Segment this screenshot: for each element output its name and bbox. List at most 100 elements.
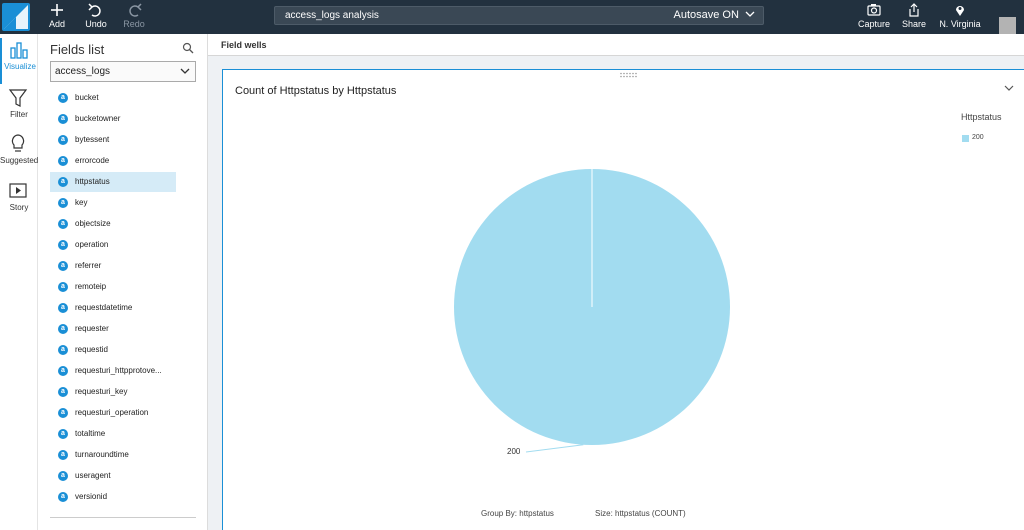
field-label: requesturi_httpprotove... <box>75 366 162 375</box>
undo-icon <box>88 3 101 17</box>
field-label: bytessent <box>75 135 110 144</box>
field-item[interactable]: a requestid <box>50 340 176 360</box>
field-item[interactable]: a referrer <box>50 256 176 276</box>
string-field-icon: a <box>58 177 68 187</box>
left-rail: Visualize Filter Suggested Story <box>0 34 38 530</box>
story-icon <box>9 183 27 198</box>
field-item[interactable]: a bucket <box>50 88 176 108</box>
field-item[interactable]: a requester <box>50 319 176 339</box>
chevron-down-icon <box>180 68 190 74</box>
field-label: remoteip <box>75 282 107 291</box>
redo-icon <box>129 3 142 17</box>
field-item[interactable]: a bytessent <box>50 130 176 150</box>
rail-label-filter: Filter <box>10 110 28 119</box>
lightbulb-icon <box>11 134 25 152</box>
autosave-label: Autosave ON <box>673 9 739 21</box>
field-item[interactable]: a versionid <box>50 487 176 507</box>
autosave-toggle[interactable]: Autosave ON <box>674 9 755 21</box>
redo-button[interactable]: Redo <box>121 0 147 34</box>
pie-chart-svg: 200 <box>454 169 730 456</box>
rail-item-story[interactable]: Story <box>0 179 38 225</box>
field-item[interactable]: a requesturi_key <box>50 382 176 402</box>
share-icon <box>909 3 919 17</box>
rail-item-filter[interactable]: Filter <box>0 86 38 132</box>
visual-card[interactable]: Count of Httpstatus by Httpstatus Httpst… <box>222 69 1024 530</box>
analysis-name-bar[interactable]: access_logs analysis Autosave ON <box>274 6 764 25</box>
location-pin-icon <box>956 6 964 16</box>
size-label: Size: httpstatus (COUNT) <box>595 509 686 518</box>
dataset-select-value: access_logs <box>55 66 111 77</box>
field-label: objectsize <box>75 219 111 228</box>
top-toolbar: Add Undo Redo access_logs analysis Autos… <box>0 0 1024 34</box>
rail-label-visualize: Visualize <box>4 62 36 71</box>
field-label: requestid <box>75 345 108 354</box>
dataset-select[interactable]: access_logs <box>50 61 196 82</box>
field-label: totaltime <box>75 429 106 438</box>
field-label: errorcode <box>75 156 110 165</box>
share-label: Share <box>901 19 927 29</box>
field-label: referrer <box>75 261 102 270</box>
field-label: bucket <box>75 93 99 102</box>
string-field-icon: a <box>58 156 68 166</box>
string-field-icon: a <box>58 114 68 124</box>
field-item[interactable]: a useragent <box>50 466 176 486</box>
quicksight-logo[interactable] <box>2 3 30 31</box>
field-label: requester <box>75 324 109 333</box>
string-field-icon: a <box>58 492 68 502</box>
capture-button[interactable]: Capture <box>857 0 891 34</box>
region-selector[interactable]: N. Virginia <box>938 0 982 34</box>
field-item[interactable]: a bucketowner <box>50 109 176 129</box>
field-label: versionid <box>75 492 108 501</box>
camera-icon <box>867 4 881 16</box>
string-field-icon: a <box>58 345 68 355</box>
avatar[interactable] <box>999 17 1016 34</box>
field-wells-bar[interactable]: Field wells <box>208 34 1024 56</box>
rail-item-suggested[interactable]: Suggested <box>0 132 38 178</box>
share-button[interactable]: Share <box>899 0 929 34</box>
string-field-icon: a <box>58 366 68 376</box>
field-item[interactable]: a objectsize <box>50 214 176 234</box>
field-wells-label: Field wells <box>221 40 267 50</box>
field-item[interactable]: a totaltime <box>50 424 176 444</box>
rail-item-visualize[interactable]: Visualize <box>0 38 38 84</box>
analysis-name[interactable]: access_logs analysis <box>285 10 379 21</box>
field-item[interactable]: a remoteip <box>50 277 176 297</box>
rail-label-suggested: Suggested <box>0 156 38 165</box>
string-field-icon: a <box>58 240 68 250</box>
field-label: operation <box>75 240 109 249</box>
capture-label: Capture <box>857 19 891 29</box>
field-item[interactable]: a operation <box>50 235 176 255</box>
string-field-icon: a <box>58 135 68 145</box>
field-item[interactable]: a requestdatetime <box>50 298 176 318</box>
search-icon <box>182 42 194 54</box>
string-field-icon: a <box>58 93 68 103</box>
add-button[interactable]: Add <box>44 0 70 34</box>
field-item[interactable]: a requesturi_operation <box>50 403 176 423</box>
fields-search-button[interactable] <box>182 42 194 57</box>
slice-label-leader-line <box>525 444 584 453</box>
rail-label-story: Story <box>9 203 29 212</box>
chevron-down-icon <box>745 11 755 17</box>
redo-label: Redo <box>123 19 145 29</box>
field-item[interactable]: a httpstatus <box>50 172 176 192</box>
pie-slice-label: 200 <box>507 447 521 456</box>
string-field-icon: a <box>58 450 68 460</box>
undo-button[interactable]: Undo <box>83 0 109 34</box>
field-item[interactable]: a turnaroundtime <box>50 445 176 465</box>
fields-panel-divider <box>50 517 196 518</box>
string-field-icon: a <box>58 387 68 397</box>
filter-icon <box>8 89 28 107</box>
string-field-icon: a <box>58 198 68 208</box>
string-field-icon: a <box>58 408 68 418</box>
field-item[interactable]: a errorcode <box>50 151 176 171</box>
string-field-icon: a <box>58 324 68 334</box>
string-field-icon: a <box>58 303 68 313</box>
add-label: Add <box>48 19 65 29</box>
field-label: requesturi_key <box>75 387 128 396</box>
group-by-label: Group By: httpstatus <box>481 509 554 518</box>
field-label: useragent <box>75 471 111 480</box>
field-item[interactable]: a requesturi_httpprotove... <box>50 361 176 381</box>
field-label: bucketowner <box>75 114 121 123</box>
field-item[interactable]: a key <box>50 193 176 213</box>
fields-panel: Fields list access_logs a bucket a bucketow… <box>38 34 208 530</box>
